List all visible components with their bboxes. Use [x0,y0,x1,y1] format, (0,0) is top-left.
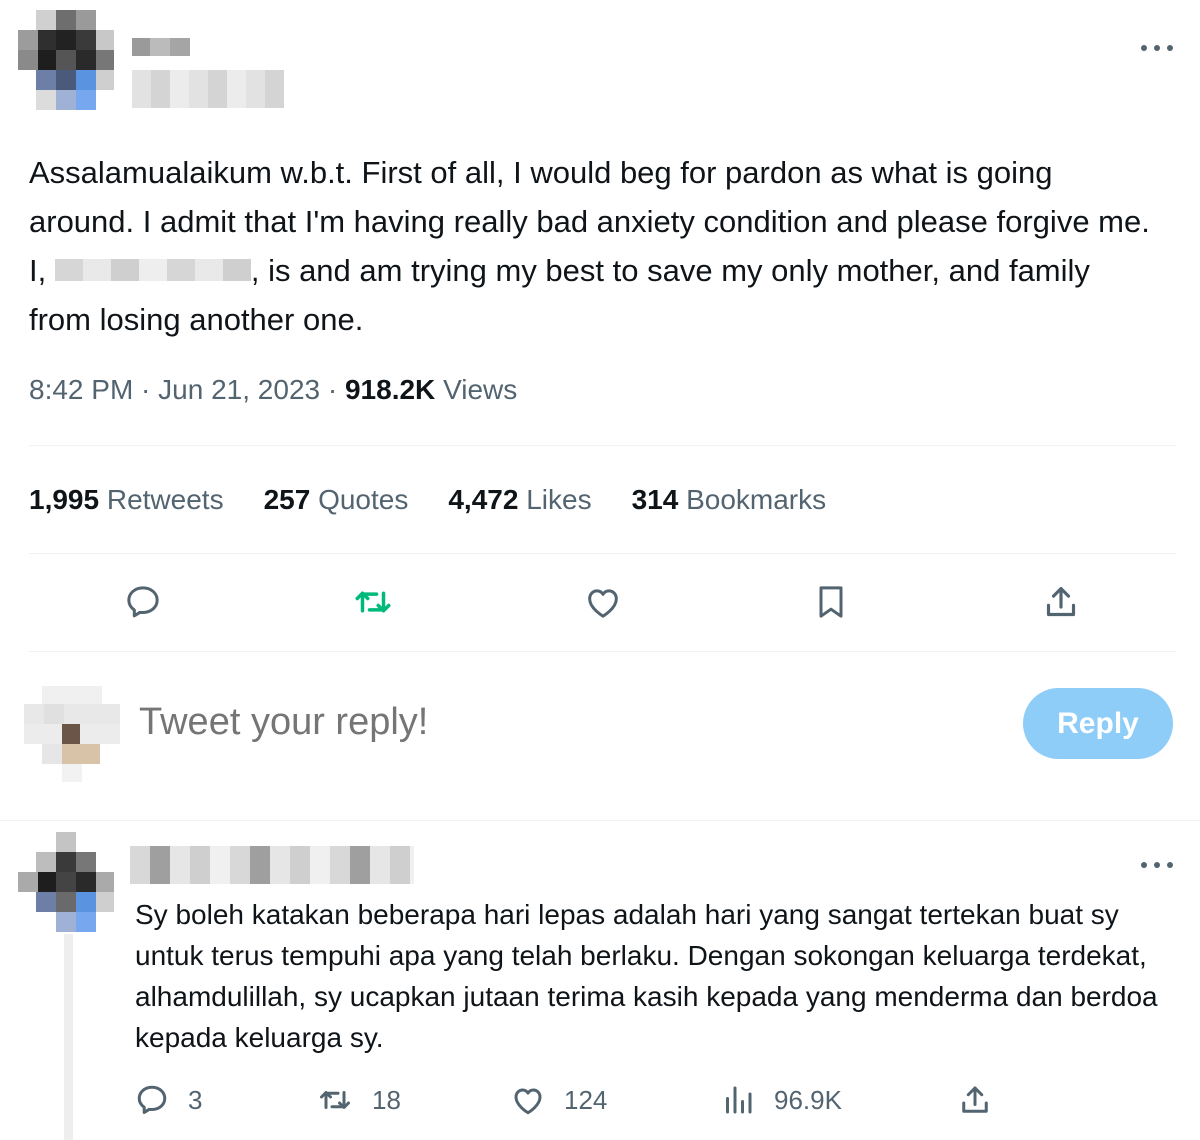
retweet-icon [320,1091,350,1109]
stat-bookmarks[interactable]: 314 Bookmarks [632,484,827,516]
user-avatar[interactable] [24,686,120,782]
section-separator [0,820,1200,821]
divider [29,651,1176,652]
reply-share[interactable] [957,1082,1011,1118]
reply-button[interactable]: Reply [1023,688,1173,759]
tweet-text: Assalamualaikum w.b.t. First of all, I w… [29,148,1159,344]
views-count: 918.2K [344,374,436,405]
reply-likes-count: 124 [564,1084,608,1115]
analytics-icon [726,1086,752,1114]
divider [29,445,1176,446]
reply-author-name[interactable] [130,846,414,884]
reply-icon[interactable] [121,580,165,624]
reply-retweets-count: 18 [372,1084,401,1115]
author-handle[interactable] [132,70,284,108]
reply-likes[interactable]: 124 [510,1082,607,1118]
tweet-time[interactable]: 8:42 PM [29,374,133,405]
reply-replies[interactable]: 3 [134,1082,202,1118]
views-label: Views [443,374,518,405]
like-icon[interactable] [581,580,625,624]
bookmark-icon[interactable] [809,580,853,624]
engagement-stats: 1,995 Retweets 257 Quotes 4,472 Likes 31… [29,484,826,516]
reply-replies-count: 3 [188,1084,203,1115]
stat-retweets[interactable]: 1,995 Retweets [29,484,224,516]
reply-views-count: 96.9K [774,1084,842,1115]
author-name[interactable] [132,38,190,56]
thread-line [64,934,73,1140]
divider [29,553,1176,554]
reply-input[interactable] [137,700,841,745]
more-options-icon[interactable] [1141,42,1173,54]
retweet-icon[interactable] [351,580,395,624]
author-avatar[interactable] [18,10,114,110]
stat-likes[interactable]: 4,472 Likes [448,484,591,516]
reply-author-avatar[interactable] [18,832,114,932]
reply-retweets[interactable]: 18 [316,1082,401,1118]
reply-views[interactable]: 96.9K [720,1082,842,1118]
share-icon[interactable] [1039,580,1083,624]
reply-text: Sy boleh katakan beberapa hari lepas ada… [135,899,1158,1053]
tweet-meta: 8:42 PM · Jun 21, 2023 · 918.2K Views [29,374,518,405]
like-icon [514,1088,542,1115]
share-icon [962,1086,988,1113]
reply-icon [137,1085,167,1114]
tweet-date[interactable]: Jun 21, 2023 [158,374,320,405]
reply-more-options-icon[interactable] [1141,859,1173,871]
stat-quotes[interactable]: 257 Quotes [264,484,409,516]
redacted-name [54,258,251,281]
